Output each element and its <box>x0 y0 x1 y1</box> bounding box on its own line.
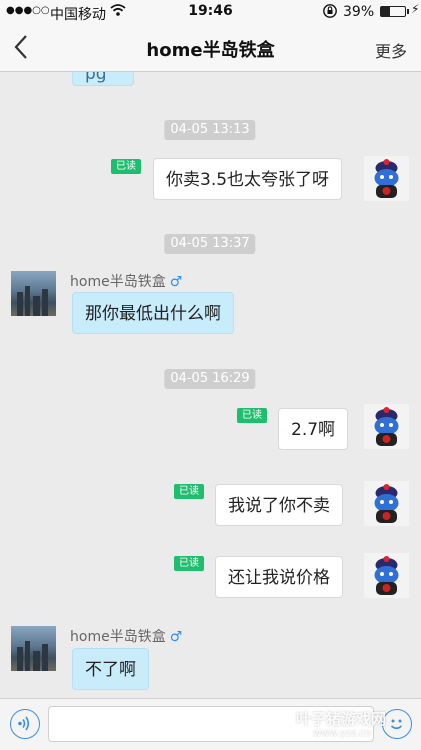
message-text: 不了啊 <box>85 660 136 680</box>
read-receipt-badge: 已读 <box>174 556 204 571</box>
message-bubble[interactable]: 你卖3.5也太夸张了呀 <box>153 158 343 200</box>
chat-history[interactable]: pg 04-05 13:13 已读 你卖3.5也太夸张了呀 04-05 13:3… <box>0 72 421 698</box>
avatar-building <box>17 647 23 671</box>
doll-avatar-icon <box>364 404 409 449</box>
battery-level-fill <box>381 7 391 16</box>
navigation-bar: home半岛铁盒 更多 <box>0 24 421 72</box>
more-button[interactable]: 更多 <box>375 38 407 62</box>
message-text: 那你最低出什么啊 <box>85 304 221 324</box>
my-avatar[interactable] <box>364 481 409 526</box>
doll-avatar-icon <box>364 553 409 598</box>
battery-percent: 39% <box>343 4 375 20</box>
read-receipt-badge: 已读 <box>237 408 267 423</box>
watermark-logo: 叶子猪游戏网 <box>296 710 387 728</box>
my-avatar[interactable] <box>364 553 409 598</box>
message-bubble[interactable]: 不了啊 <box>72 648 149 690</box>
status-bar: ●●●○○ 中国移动 19:46 39% ⚡ <box>0 0 421 24</box>
sender-name: home半岛铁盒 ♂ <box>70 271 182 291</box>
message-text: pg <box>85 72 107 84</box>
input-bar: 叶子猪游戏网 www.yzz.cn <box>0 698 421 750</box>
page-title: home半岛铁盒 <box>146 40 275 61</box>
contact-avatar[interactable] <box>11 271 56 316</box>
emoji-button[interactable] <box>382 709 412 739</box>
message-bubble-partial[interactable]: pg <box>72 72 134 86</box>
doll-avatar-icon <box>364 156 409 201</box>
my-avatar[interactable] <box>364 156 409 201</box>
charging-bolt-icon: ⚡ <box>411 2 420 16</box>
emoji-icon <box>390 719 403 730</box>
message-text: 2.7啊 <box>291 420 336 440</box>
avatar-building <box>25 286 30 316</box>
watermark-url: www.yzz.cn <box>313 728 372 739</box>
voice-input-button[interactable] <box>10 709 40 739</box>
timestamp-chip: 04-05 16:29 <box>164 369 256 389</box>
contact-avatar[interactable] <box>11 626 56 671</box>
read-receipt-badge: 已读 <box>174 484 204 499</box>
message-bubble[interactable]: 那你最低出什么啊 <box>72 292 234 334</box>
sender-name: home半岛铁盒 ♂ <box>70 626 182 646</box>
battery-cap <box>407 9 409 14</box>
male-gender-icon: ♂ <box>169 629 183 645</box>
read-receipt-badge: 已读 <box>111 159 141 174</box>
message-text: 我说了你不卖 <box>228 496 330 516</box>
timestamp-chip: 04-05 13:37 <box>164 234 256 254</box>
avatar-building <box>25 641 30 671</box>
avatar-building <box>42 289 48 316</box>
avatar-building <box>33 296 40 316</box>
my-avatar[interactable] <box>364 404 409 449</box>
message-text: 还让我说价格 <box>228 568 330 588</box>
message-bubble[interactable]: 还让我说价格 <box>215 556 343 598</box>
doll-avatar-icon <box>364 481 409 526</box>
sender-name-text: home半岛铁盒 <box>70 629 166 645</box>
message-bubble[interactable]: 2.7啊 <box>278 408 349 450</box>
avatar-building <box>42 644 48 671</box>
avatar-building <box>17 292 23 316</box>
voice-icon <box>18 716 30 731</box>
rotation-lock-icon <box>322 3 338 23</box>
avatar-building <box>33 651 40 671</box>
message-bubble[interactable]: 我说了你不卖 <box>215 484 343 526</box>
battery-icon <box>380 6 406 17</box>
sender-name-text: home半岛铁盒 <box>70 274 166 290</box>
timestamp-chip: 04-05 13:13 <box>164 120 256 140</box>
message-text: 你卖3.5也太夸张了呀 <box>166 170 330 190</box>
male-gender-icon: ♂ <box>169 274 183 290</box>
